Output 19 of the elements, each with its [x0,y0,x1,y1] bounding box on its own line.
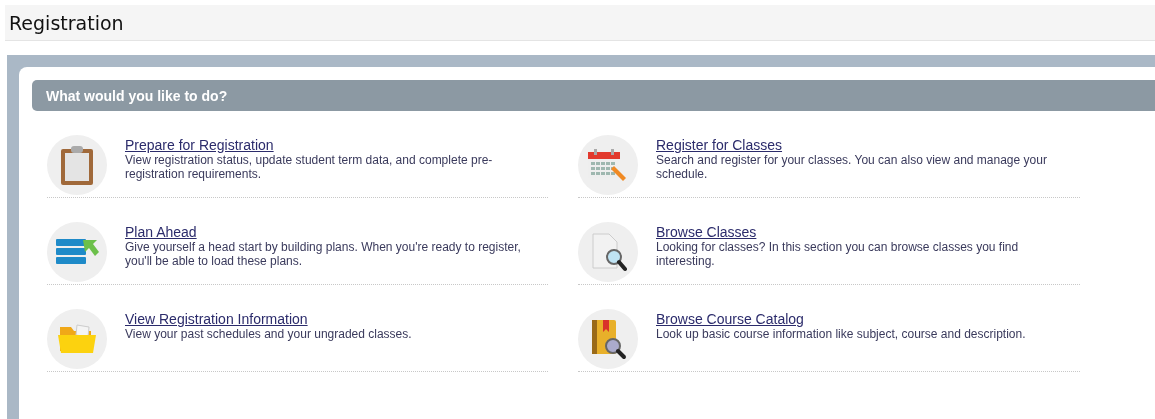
action-description: View registration status, update student term data, and complete pre-registration requirements. [125,153,494,181]
action-description: Search and register for your classes. You can also view and manage your schedule. [656,153,1048,181]
action-description: View your past schedules and your ungraded classes. [125,327,412,341]
action-description: Looking for classes? In this section you can browse classes you find interesting. [656,240,1020,268]
document-search-icon [589,232,627,272]
list-arrow-icon [55,237,99,267]
book-search-icon [589,318,627,360]
folder-icon [57,323,97,355]
clipboard-icon [60,144,94,186]
action-link[interactable]: View Registration Information [125,311,308,327]
action-link[interactable]: Plan Ahead [125,224,197,240]
action-link[interactable]: Prepare for Registration [125,137,274,153]
action-description: Give yourself a head start by building plans. When you're ready to register, you'll be able to load these plans. [125,240,522,268]
action-description: Look up basic course information like subject, course and description. [656,327,1026,341]
action-link[interactable]: Browse Course Catalog [656,311,804,327]
action-link[interactable]: Browse Classes [656,224,757,240]
section-heading: What would you like to do? [32,80,1155,111]
action-link[interactable]: Register for Classes [656,137,783,153]
page-title: Registration [9,11,124,34]
